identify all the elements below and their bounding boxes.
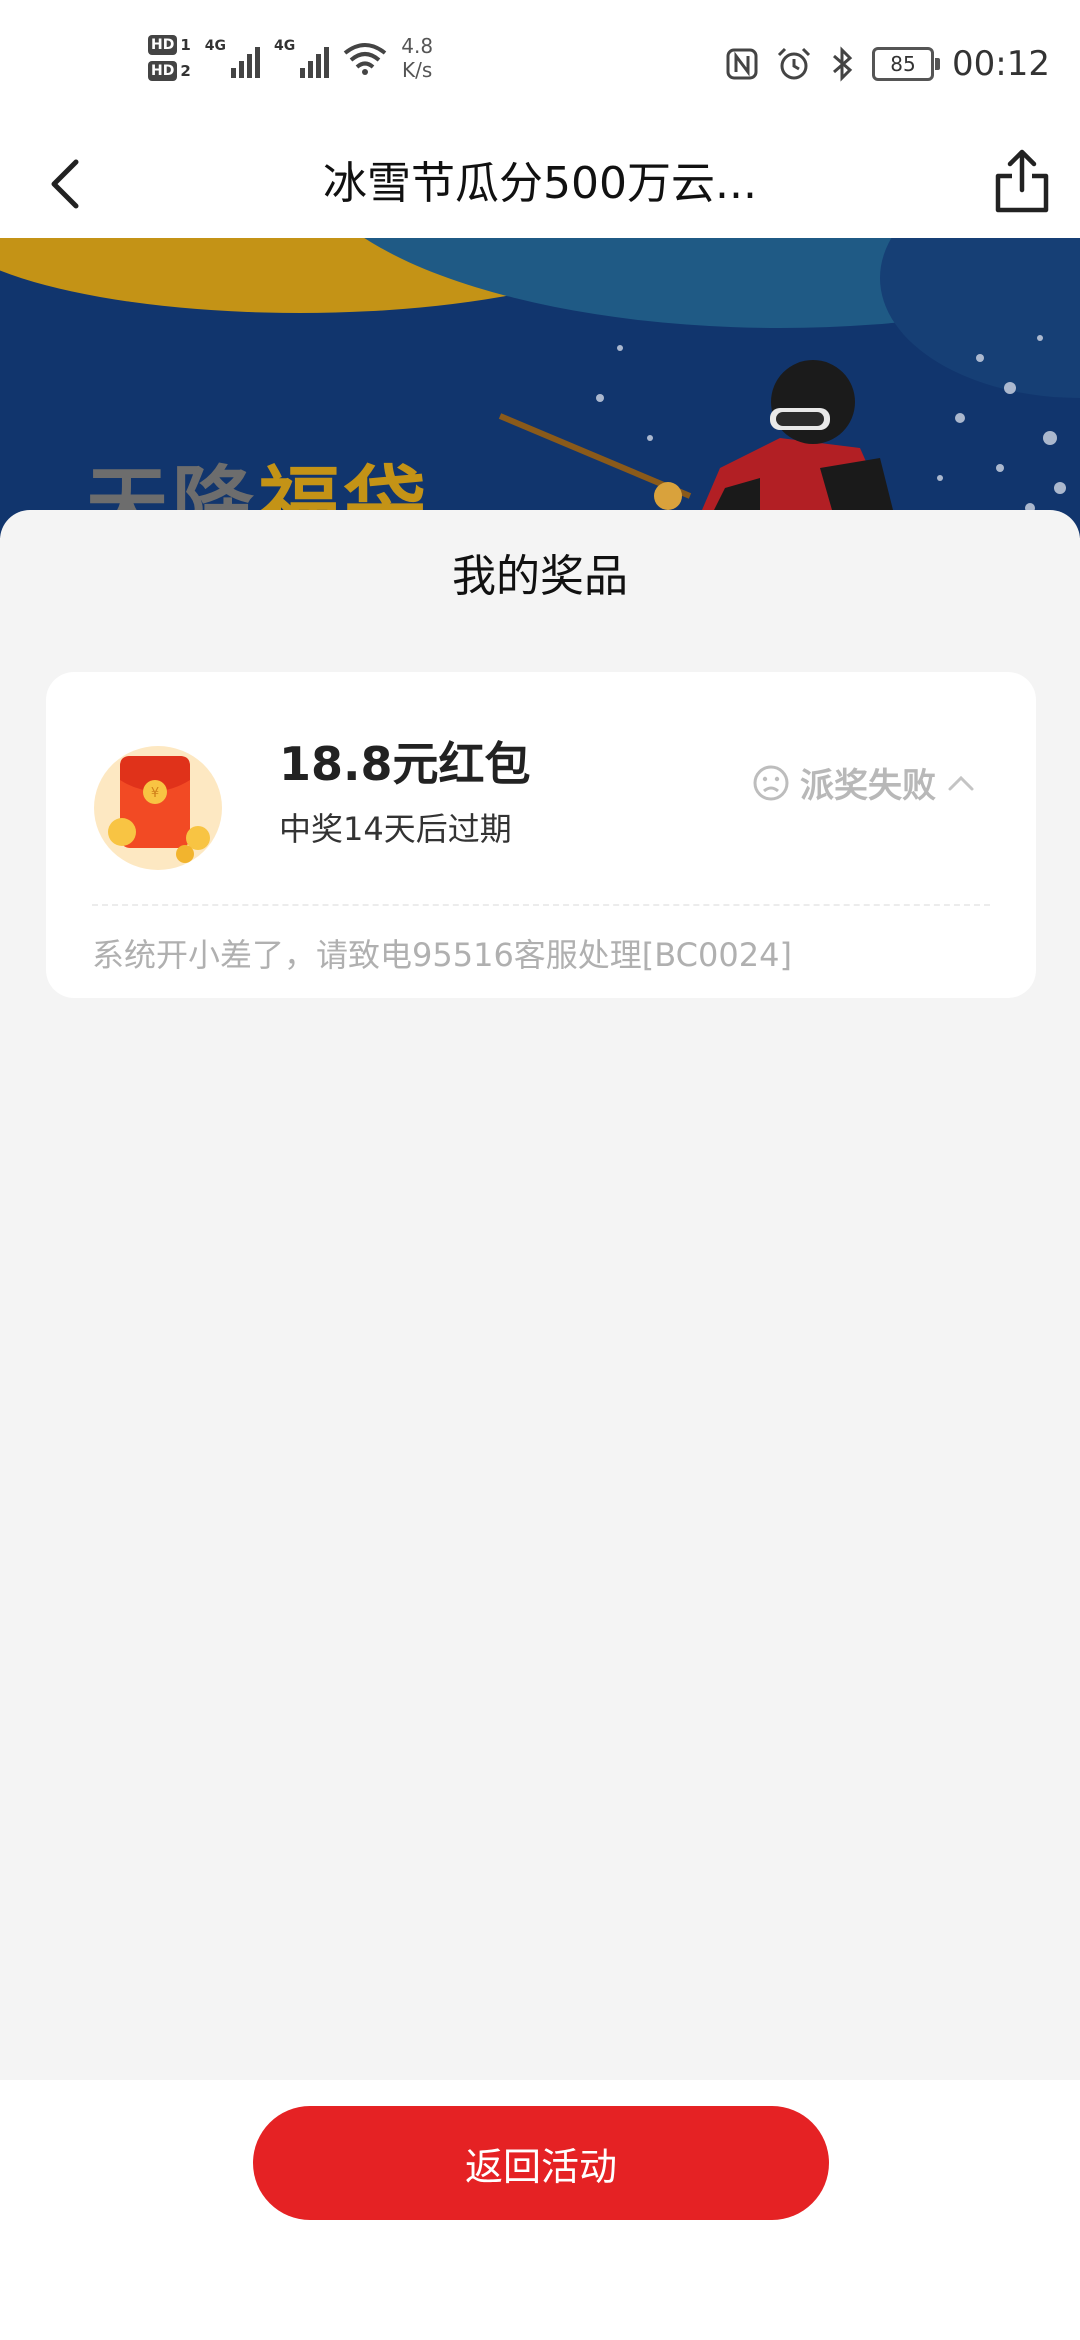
network2-label: 4G <box>274 38 296 54</box>
signal-icon-2: 4G <box>274 38 330 78</box>
nfc-icon <box>726 48 758 80</box>
status-left: HD 1 HD 2 4G 4G 4.8 K/s <box>148 34 433 82</box>
screen: HD 1 HD 2 4G 4G 4.8 K/s 85 00:12 冰雪节瓜分50… <box>0 0 1080 2340</box>
status-bar: HD 1 HD 2 4G 4G 4.8 K/s 85 00:12 <box>0 0 1080 130</box>
sim2-slot: 2 <box>180 62 191 80</box>
prize-divider <box>92 904 990 906</box>
red-envelope-icon: ¥ <box>94 746 222 870</box>
prize-error-message: 系统开小差了，请致电95516客服处理[BC0024] <box>92 936 792 974</box>
share-icon[interactable] <box>990 146 1054 218</box>
bluetooth-icon <box>833 46 853 82</box>
activity-banner: 天降福袋 <box>0 238 1080 538</box>
sim1-indicator: HD 1 <box>148 35 191 55</box>
nav-bar: 冰雪节瓜分500万云... <box>0 130 1080 238</box>
prize-sheet: 我的奖品 ¥ 18.8元红包 中奖14天后过期 派奖失败 系统开小差了，请致电9… <box>0 510 1080 2080</box>
sad-face-icon <box>753 765 789 800</box>
sim1-hd: HD <box>148 35 178 55</box>
sim2-indicator: HD 2 <box>148 61 191 81</box>
prize-name: 18.8元红包 <box>279 737 531 791</box>
chevron-left-icon[interactable] <box>36 152 100 216</box>
speed-unit: K/s <box>402 58 433 82</box>
status-time: 00:12 <box>952 44 1050 84</box>
battery-icon: 85 <box>872 47 941 81</box>
sim2-hd: HD <box>148 61 178 81</box>
svg-text:¥: ¥ <box>151 786 159 801</box>
prize-card: ¥ 18.8元红包 中奖14天后过期 派奖失败 系统开小差了，请致电95516客… <box>46 672 1036 998</box>
prize-status-label: 派奖失败 <box>800 766 936 806</box>
status-right: 85 00:12 <box>726 44 1050 84</box>
speed-value: 4.8 <box>401 34 434 58</box>
network1-label: 4G <box>204 38 227 54</box>
sim-indicators: HD 1 HD 2 <box>148 35 191 81</box>
page-title: 冰雪节瓜分500万云... <box>323 158 757 209</box>
return-activity-button[interactable]: 返回活动 <box>253 2106 829 2220</box>
signal-icon: 4G <box>204 38 261 78</box>
chevron-up-icon <box>948 775 974 790</box>
prize-status-toggle[interactable]: 派奖失败 <box>752 758 976 807</box>
bottom-bar: 返回活动 <box>0 2080 1080 2340</box>
sheet-title: 我的奖品 <box>452 551 628 602</box>
network-speed: 4.8 K/s <box>401 34 433 82</box>
prize-expiry: 中奖14天后过期 <box>279 810 512 848</box>
alarm-icon <box>777 47 811 80</box>
sim1-slot: 1 <box>180 36 191 54</box>
wifi-icon <box>344 43 387 75</box>
